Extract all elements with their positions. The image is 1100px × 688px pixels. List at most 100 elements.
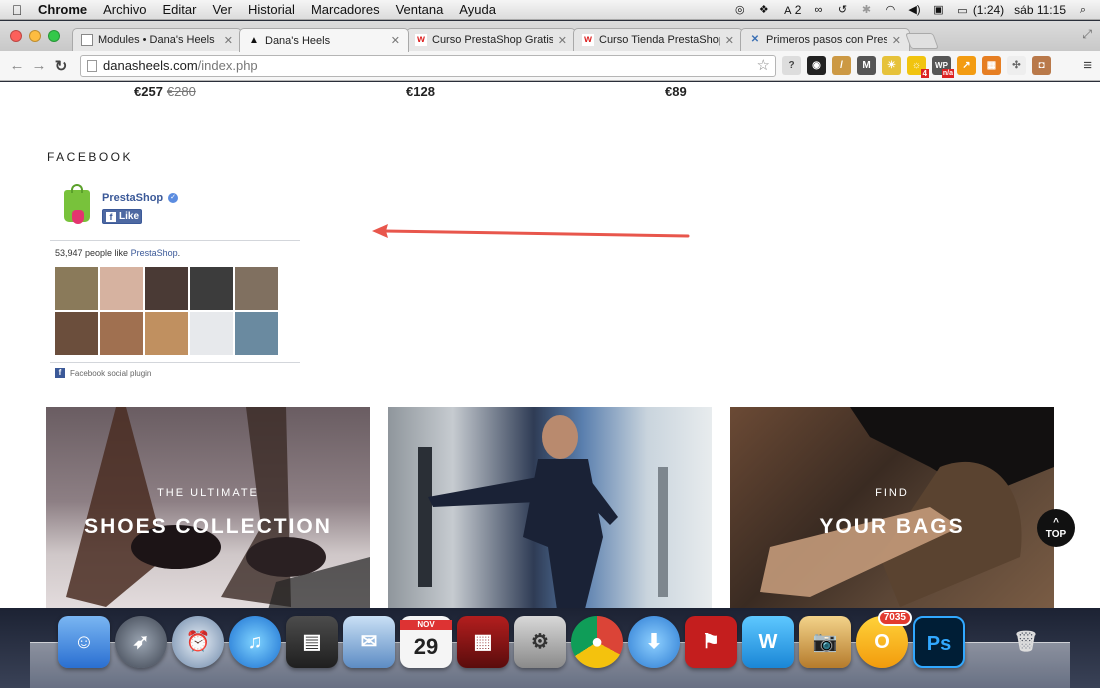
- bookmark-tray-icon[interactable]: ?: [782, 56, 801, 75]
- fan-avatar[interactable]: [100, 267, 143, 310]
- finder-icon[interactable]: ☺: [58, 616, 110, 668]
- forward-arrow-icon[interactable]: →: [28, 57, 50, 74]
- battery-status[interactable]: ▭ (1:24): [955, 3, 1004, 17]
- new-tab-button[interactable]: [905, 33, 939, 49]
- menu-ventana[interactable]: Ventana: [388, 2, 452, 17]
- men-fashion-banner[interactable]: [388, 407, 712, 608]
- menubar-clock[interactable]: sáb 11:15: [1014, 3, 1066, 17]
- launchpad-rocket-icon[interactable]: ➶: [115, 616, 167, 668]
- chrome-icon[interactable]: ●: [571, 616, 623, 668]
- address-bar[interactable]: danasheels.com/index.php ☆: [80, 55, 776, 77]
- lightbulb-icon[interactable]: ☼ 4: [907, 56, 929, 78]
- bookmark-star-icon[interactable]: ☆: [757, 56, 770, 76]
- sun-icon[interactable]: ☀: [882, 56, 901, 75]
- fan-avatar[interactable]: [235, 267, 278, 310]
- facebook-like-button[interactable]: f Like: [102, 209, 142, 224]
- system-preferences-gear-icon[interactable]: ⚙: [514, 616, 566, 668]
- mail-stamp-icon[interactable]: ✉: [343, 616, 395, 668]
- volume-icon[interactable]: ◀): [907, 4, 921, 16]
- back-to-top-button[interactable]: ^ TOP: [1037, 509, 1075, 547]
- tab-close-icon[interactable]: ✕: [558, 34, 567, 47]
- divider: [50, 362, 300, 363]
- fan-avatar[interactable]: [100, 312, 143, 355]
- menu-archivo[interactable]: Archivo: [95, 2, 154, 17]
- fan-avatar[interactable]: [235, 312, 278, 355]
- bags-banner[interactable]: FIND YOUR BAGS: [730, 407, 1054, 608]
- creative-cloud-icon[interactable]: ∞: [811, 4, 825, 16]
- tab-close-icon[interactable]: ✕: [725, 34, 734, 47]
- window-minimize-button[interactable]: [29, 30, 41, 42]
- tab-close-icon[interactable]: ✕: [224, 34, 233, 47]
- m-extension-icon[interactable]: M: [857, 56, 876, 75]
- chrome-menu-icon[interactable]: ≡: [1083, 57, 1092, 74]
- dropbox-icon[interactable]: ❖: [757, 4, 771, 16]
- tab-modules[interactable]: Modules • Dana's Heels ✕: [72, 28, 242, 51]
- photoshop-icon[interactable]: Ps: [913, 616, 965, 668]
- tab-close-icon[interactable]: ✕: [391, 34, 400, 47]
- wordpress-icon[interactable]: WP n/a: [932, 56, 954, 78]
- bags-photo: [760, 407, 1054, 607]
- calendar-icon[interactable]: NOV 29: [400, 616, 452, 668]
- bluetooth-icon[interactable]: ✱: [859, 4, 873, 16]
- time-machine-icon[interactable]: ↺: [835, 4, 849, 16]
- mac-dock: ☺ ➶ ⏰ ♫ ▤ ✉ NOV 29 ▦ ⚙ ● ⬇ ⚑ W 📷 O 7035 P…: [58, 610, 1052, 668]
- fan-avatar[interactable]: [145, 312, 188, 355]
- itunes-icon[interactable]: ♫: [229, 616, 281, 668]
- adobe-status[interactable]: A2: [781, 3, 801, 17]
- shoes-collection-banner[interactable]: THE ULTIMATE SHOES COLLECTION: [46, 407, 370, 608]
- annotation-arrow: [372, 224, 690, 238]
- fan-avatar[interactable]: [190, 267, 233, 310]
- web-page: €257 €280 €128 €89 FACEBOOK PrestaShop ✓ …: [0, 82, 1100, 608]
- menu-ver[interactable]: Ver: [204, 2, 240, 17]
- spotlight-search-icon[interactable]: ⌕: [1076, 4, 1090, 16]
- tab-curso-tienda-prestashop[interactable]: w Curso Tienda PrestaShop ✕: [573, 28, 743, 51]
- iphoto-icon[interactable]: ▤: [286, 616, 338, 668]
- fullscreen-icon[interactable]: ⤢: [1082, 27, 1092, 42]
- instagram-icon[interactable]: ◘: [1032, 56, 1051, 75]
- menu-marcadores[interactable]: Marcadores: [303, 2, 388, 17]
- eyedropper-icon[interactable]: /: [832, 56, 851, 75]
- tab-curso-prestashop-gratis[interactable]: w Curso PrestaShop Gratis - ✕: [406, 28, 576, 51]
- banner-title: SHOES COLLECTION: [84, 515, 332, 538]
- window-zoom-button[interactable]: [48, 30, 60, 42]
- trash-icon[interactable]: 🗑: [1000, 616, 1052, 668]
- back-arrow-icon[interactable]: ←: [6, 57, 28, 74]
- menu-historial[interactable]: Historial: [240, 2, 303, 17]
- globe-download-icon[interactable]: ⬇: [628, 616, 680, 668]
- fan-avatar[interactable]: [55, 312, 98, 355]
- facebook-social-plugin-link[interactable]: f Facebook social plugin: [55, 368, 151, 378]
- url-host: danasheels.com: [103, 58, 198, 73]
- wifi-icon[interactable]: ◠: [883, 4, 897, 16]
- puzzle-icon[interactable]: ✣: [1007, 56, 1026, 75]
- input-source-icon[interactable]: ▣: [931, 4, 945, 16]
- adobe-icon: A: [784, 4, 792, 17]
- reload-icon[interactable]: ↻: [50, 57, 72, 75]
- target-icon[interactable]: ◎: [733, 4, 747, 16]
- tab-primeros-pasos[interactable]: ✕ Primeros pasos con Presta ✕: [740, 28, 910, 51]
- image-capture-icon[interactable]: 📷: [799, 616, 851, 668]
- apple-menu-icon[interactable]: : [0, 2, 34, 18]
- page-link[interactable]: PrestaShop: [131, 248, 178, 258]
- w-icon: w: [415, 34, 427, 46]
- alarm-clock-icon[interactable]: ⏰: [172, 616, 224, 668]
- window-close-button[interactable]: [10, 30, 22, 42]
- chart-icon[interactable]: ↗: [957, 56, 976, 75]
- menu-app-chrome[interactable]: Chrome: [34, 2, 95, 17]
- grid-chart-icon[interactable]: ▦: [982, 56, 1001, 75]
- adobe-reader-icon[interactable]: ⚑: [685, 616, 737, 668]
- fan-avatar[interactable]: [145, 267, 188, 310]
- menu-editar[interactable]: Editar: [154, 2, 204, 17]
- fan-avatar[interactable]: [190, 312, 233, 355]
- photo-booth-icon[interactable]: ▦: [457, 616, 509, 668]
- word-w-icon[interactable]: W: [742, 616, 794, 668]
- product-price: €89: [665, 84, 687, 99]
- prestashop-logo-icon[interactable]: [64, 184, 90, 224]
- notification-app-icon[interactable]: O 7035: [856, 610, 912, 668]
- owl-icon[interactable]: ◉: [807, 56, 826, 75]
- facebook-page-name[interactable]: PrestaShop: [102, 192, 163, 204]
- tab-danas-heels[interactable]: ▲ Dana's Heels ✕: [239, 28, 409, 52]
- fan-avatar[interactable]: [55, 267, 98, 310]
- menu-ayuda[interactable]: Ayuda: [451, 2, 504, 17]
- facebook-f-icon: f: [106, 212, 116, 222]
- tab-close-icon[interactable]: ✕: [892, 34, 901, 47]
